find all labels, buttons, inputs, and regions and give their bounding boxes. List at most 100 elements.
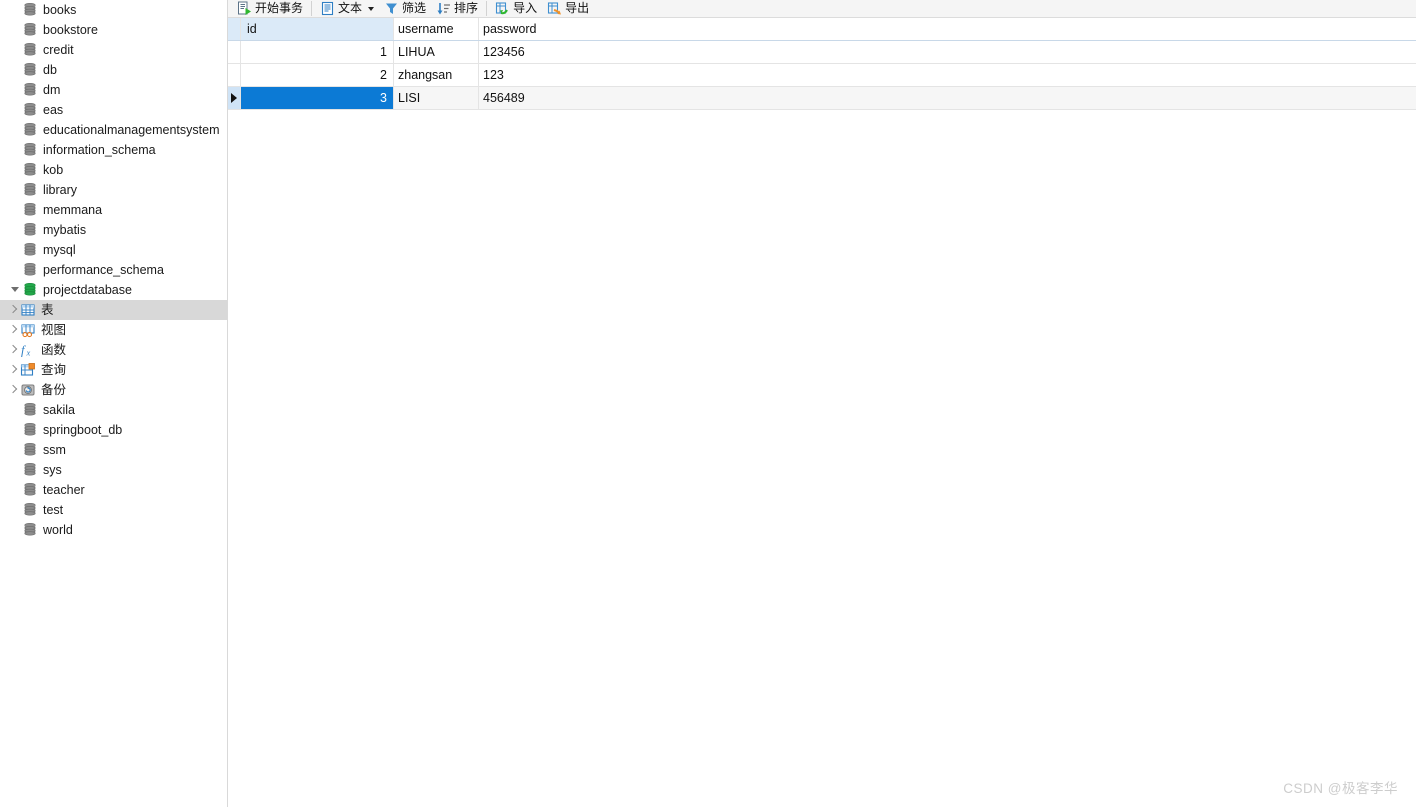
tree-item-label: world: [43, 523, 73, 537]
tree-item-performance_schema[interactable]: performance_schema: [0, 260, 227, 280]
tree-item-kob[interactable]: kob: [0, 160, 227, 180]
tree-item-springboot_db[interactable]: springboot_db: [0, 420, 227, 440]
export-button[interactable]: 导出: [542, 0, 594, 17]
tree-item-label: 函数: [41, 343, 67, 357]
begin-transaction-label: 开始事务: [255, 1, 304, 15]
chevron-right-icon[interactable]: [8, 180, 22, 200]
chevron-right-icon[interactable]: [8, 80, 22, 100]
tree-item-sys[interactable]: sys: [0, 460, 227, 480]
chevron-right-icon[interactable]: [8, 60, 22, 80]
filter-button[interactable]: 筛选: [379, 0, 431, 17]
chevron-right-icon[interactable]: [6, 300, 20, 320]
column-header-password[interactable]: password: [479, 18, 1416, 40]
cell-id[interactable]: 3: [241, 87, 394, 109]
tree-item-eas[interactable]: eas: [0, 100, 227, 120]
export-icon: [547, 1, 562, 16]
tree-item-library[interactable]: library: [0, 180, 227, 200]
table-row[interactable]: 2 zhangsan 123: [228, 64, 1416, 87]
chevron-right-icon[interactable]: [6, 320, 20, 340]
chevron-right-icon[interactable]: [8, 400, 22, 420]
database-icon: [22, 402, 38, 418]
filter-label: 筛选: [402, 1, 427, 15]
current-row-marker[interactable]: [228, 87, 241, 109]
tree-item-bookstore[interactable]: bookstore: [0, 20, 227, 40]
database-tree-sidebar[interactable]: books bookstore credit db dm eas educati…: [0, 0, 228, 807]
begin-transaction-icon: [237, 1, 252, 16]
tree-item-表[interactable]: 表: [0, 300, 227, 320]
database-icon: [22, 462, 38, 478]
table-row[interactable]: 3 LISI 456489: [228, 87, 1416, 110]
chevron-down-icon[interactable]: [368, 6, 375, 11]
tree-item-db[interactable]: db: [0, 60, 227, 80]
tree-item-备份[interactable]: 备份: [0, 380, 227, 400]
tree-item-mysql[interactable]: mysql: [0, 240, 227, 260]
tree-item-educationalmanagementsystem[interactable]: educationalmanagementsystem: [0, 120, 227, 140]
database-icon: [22, 42, 38, 58]
tree-item-ssm[interactable]: ssm: [0, 440, 227, 460]
chevron-right-icon[interactable]: [6, 380, 20, 400]
cell-id[interactable]: 2: [241, 64, 394, 86]
tree-item-label: sakila: [43, 403, 75, 417]
tree-item-memmana[interactable]: memmana: [0, 200, 227, 220]
tree-item-information_schema[interactable]: information_schema: [0, 140, 227, 160]
begin-transaction-button[interactable]: 开始事务: [232, 0, 308, 17]
tree-item-dm[interactable]: dm: [0, 80, 227, 100]
chevron-down-icon[interactable]: [8, 280, 22, 300]
cell-username[interactable]: LISI: [394, 87, 479, 109]
chevron-right-icon[interactable]: [8, 260, 22, 280]
chevron-right-icon[interactable]: [8, 200, 22, 220]
cell-password[interactable]: 456489: [479, 87, 1416, 109]
sort-button[interactable]: 排序: [431, 0, 483, 17]
tree-item-teacher[interactable]: teacher: [0, 480, 227, 500]
chevron-right-icon[interactable]: [8, 500, 22, 520]
cell-password[interactable]: 123: [479, 64, 1416, 86]
cell-username[interactable]: LIHUA: [394, 41, 479, 63]
chevron-right-icon[interactable]: [8, 520, 22, 540]
svg-text:f: f: [21, 344, 26, 358]
chevron-right-icon[interactable]: [8, 420, 22, 440]
chevron-right-icon[interactable]: [8, 160, 22, 180]
tree-item-sakila[interactable]: sakila: [0, 400, 227, 420]
tree-item-world[interactable]: world: [0, 520, 227, 540]
data-grid[interactable]: id username password 1 LIHUA 123456 2 zhangsan 1…: [228, 18, 1416, 110]
tree-item-test[interactable]: test: [0, 500, 227, 520]
tree-item-label: information_schema: [43, 143, 156, 157]
tree-item-函数[interactable]: f x 函数: [0, 340, 227, 360]
chevron-right-icon[interactable]: [6, 360, 20, 380]
tree-item-视图[interactable]: 视图: [0, 320, 227, 340]
chevron-right-icon[interactable]: [8, 100, 22, 120]
chevron-right-icon[interactable]: [8, 480, 22, 500]
chevron-right-icon[interactable]: [8, 120, 22, 140]
chevron-right-icon[interactable]: [8, 440, 22, 460]
chevron-right-icon[interactable]: [8, 240, 22, 260]
table-row[interactable]: 1 LIHUA 123456: [228, 41, 1416, 64]
tree-item-label: projectdatabase: [43, 283, 132, 297]
cell-id[interactable]: 1: [241, 41, 394, 63]
import-label: 导入: [513, 1, 538, 15]
tree-item-label: bookstore: [43, 23, 98, 37]
database-icon: [22, 422, 38, 438]
text-button[interactable]: 文本: [315, 0, 379, 17]
chevron-right-icon[interactable]: [8, 0, 22, 20]
import-button[interactable]: 导入: [490, 0, 542, 17]
column-header-id[interactable]: id: [241, 18, 394, 40]
tree-item-credit[interactable]: credit: [0, 40, 227, 60]
chevron-right-icon[interactable]: [8, 40, 22, 60]
tree-item-books[interactable]: books: [0, 0, 227, 20]
chevron-right-icon[interactable]: [8, 220, 22, 240]
chevron-right-icon[interactable]: [8, 460, 22, 480]
database-icon: [22, 242, 38, 258]
database-icon: [22, 202, 38, 218]
tree-item-查询[interactable]: 查询: [0, 360, 227, 380]
grid-gutter[interactable]: [228, 41, 241, 63]
cell-username[interactable]: zhangsan: [394, 64, 479, 86]
tree-item-projectdatabase[interactable]: projectdatabase: [0, 280, 227, 300]
database-icon: [22, 482, 38, 498]
column-header-username[interactable]: username: [394, 18, 479, 40]
grid-gutter[interactable]: [228, 64, 241, 86]
chevron-right-icon[interactable]: [8, 140, 22, 160]
chevron-right-icon[interactable]: [6, 340, 20, 360]
tree-item-mybatis[interactable]: mybatis: [0, 220, 227, 240]
cell-password[interactable]: 123456: [479, 41, 1416, 63]
chevron-right-icon[interactable]: [8, 20, 22, 40]
